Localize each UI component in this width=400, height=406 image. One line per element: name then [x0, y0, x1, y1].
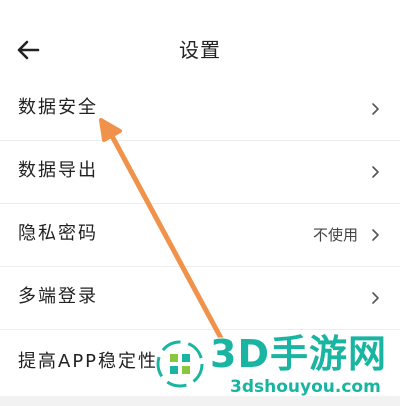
settings-item-label: 提高APP稳定性 — [18, 351, 159, 372]
settings-item-privacy-password[interactable]: 隐私密码 不使用 — [0, 204, 400, 267]
watermark-logo-icon — [155, 339, 205, 389]
chevron-right-icon — [372, 292, 379, 304]
settings-item-data-security[interactable]: 数据安全 — [0, 78, 400, 141]
settings-item-label: 数据安全 — [18, 97, 98, 118]
chevron-right-icon — [372, 229, 379, 241]
watermark: 3D手游网 3dshouyou.com — [146, 330, 400, 406]
chevron-right-icon — [372, 103, 379, 115]
settings-item-multi-device-login[interactable]: 多端登录 — [0, 267, 400, 330]
chevron-right-icon — [372, 166, 379, 178]
settings-item-label: 隐私密码 — [18, 223, 98, 244]
settings-item-label: 数据导出 — [18, 160, 98, 181]
settings-item-label: 多端登录 — [18, 286, 98, 307]
watermark-url: 3dshouyou.com — [230, 377, 381, 397]
settings-item-value: 不使用 — [312, 226, 358, 244]
page-title: 设置 — [179, 38, 221, 62]
watermark-title: 3D手游网 — [210, 332, 387, 376]
app-header: 设置 — [0, 0, 400, 86]
settings-item-data-export[interactable]: 数据导出 — [0, 141, 400, 204]
